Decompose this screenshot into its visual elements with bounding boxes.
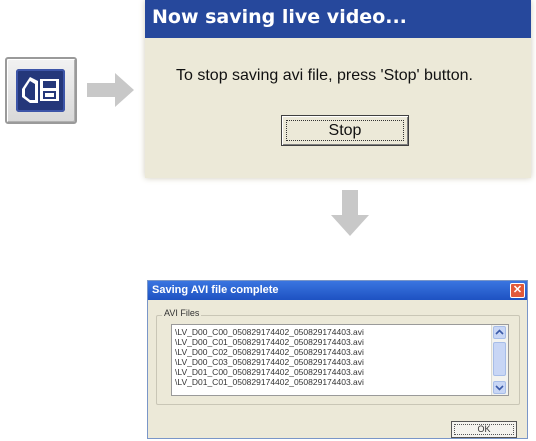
list-item[interactable]: \LV_D00_C02_050829174402_050829174403.av…	[175, 347, 490, 357]
save-complete-dialog: Saving AVI file complete ✕ AVI Files \LV…	[147, 280, 528, 439]
scrollbar-thumb[interactable]	[493, 342, 506, 376]
chevron-down-icon	[495, 385, 504, 391]
list-item[interactable]: \LV_D00_C00_050829174402_050829174403.av…	[175, 327, 490, 337]
avi-files-group-label: AVI Files	[162, 308, 202, 318]
saving-message: To stop saving avi file, press 'Stop' bu…	[176, 67, 473, 84]
arrow-down-icon	[331, 190, 369, 236]
ok-button[interactable]: OK	[451, 421, 517, 438]
save-video-button[interactable]	[5, 57, 77, 124]
arrow-right-icon	[87, 73, 134, 107]
stop-button[interactable]: Stop	[281, 115, 409, 146]
saving-dialog: Now saving live video...	[145, 0, 531, 178]
list-item[interactable]: \LV_D00_C01_050829174402_050829174403.av…	[175, 337, 490, 347]
saving-dialog-title: Now saving live video...	[145, 0, 531, 38]
scroll-up-button[interactable]	[493, 326, 506, 339]
list-item[interactable]: \LV_D01_C01_050829174402_050829174403.av…	[175, 377, 490, 387]
list-item[interactable]: \LV_D00_C03_050829174402_050829174403.av…	[175, 357, 490, 367]
scroll-down-button[interactable]	[493, 381, 506, 394]
ok-button-label: OK	[477, 424, 491, 434]
list-item[interactable]: \LV_D01_C00_050829174402_050829174403.av…	[175, 367, 490, 377]
save-complete-title: Saving AVI file complete	[148, 281, 527, 300]
save-video-icon	[16, 69, 65, 112]
close-button[interactable]: ✕	[510, 283, 525, 298]
avi-files-list[interactable]: \LV_D00_C00_050829174402_050829174403.av…	[171, 324, 509, 396]
vertical-scrollbar[interactable]	[491, 325, 508, 395]
stop-button-label: Stop	[328, 122, 362, 139]
close-icon: ✕	[512, 284, 523, 296]
chevron-up-icon	[495, 329, 504, 335]
